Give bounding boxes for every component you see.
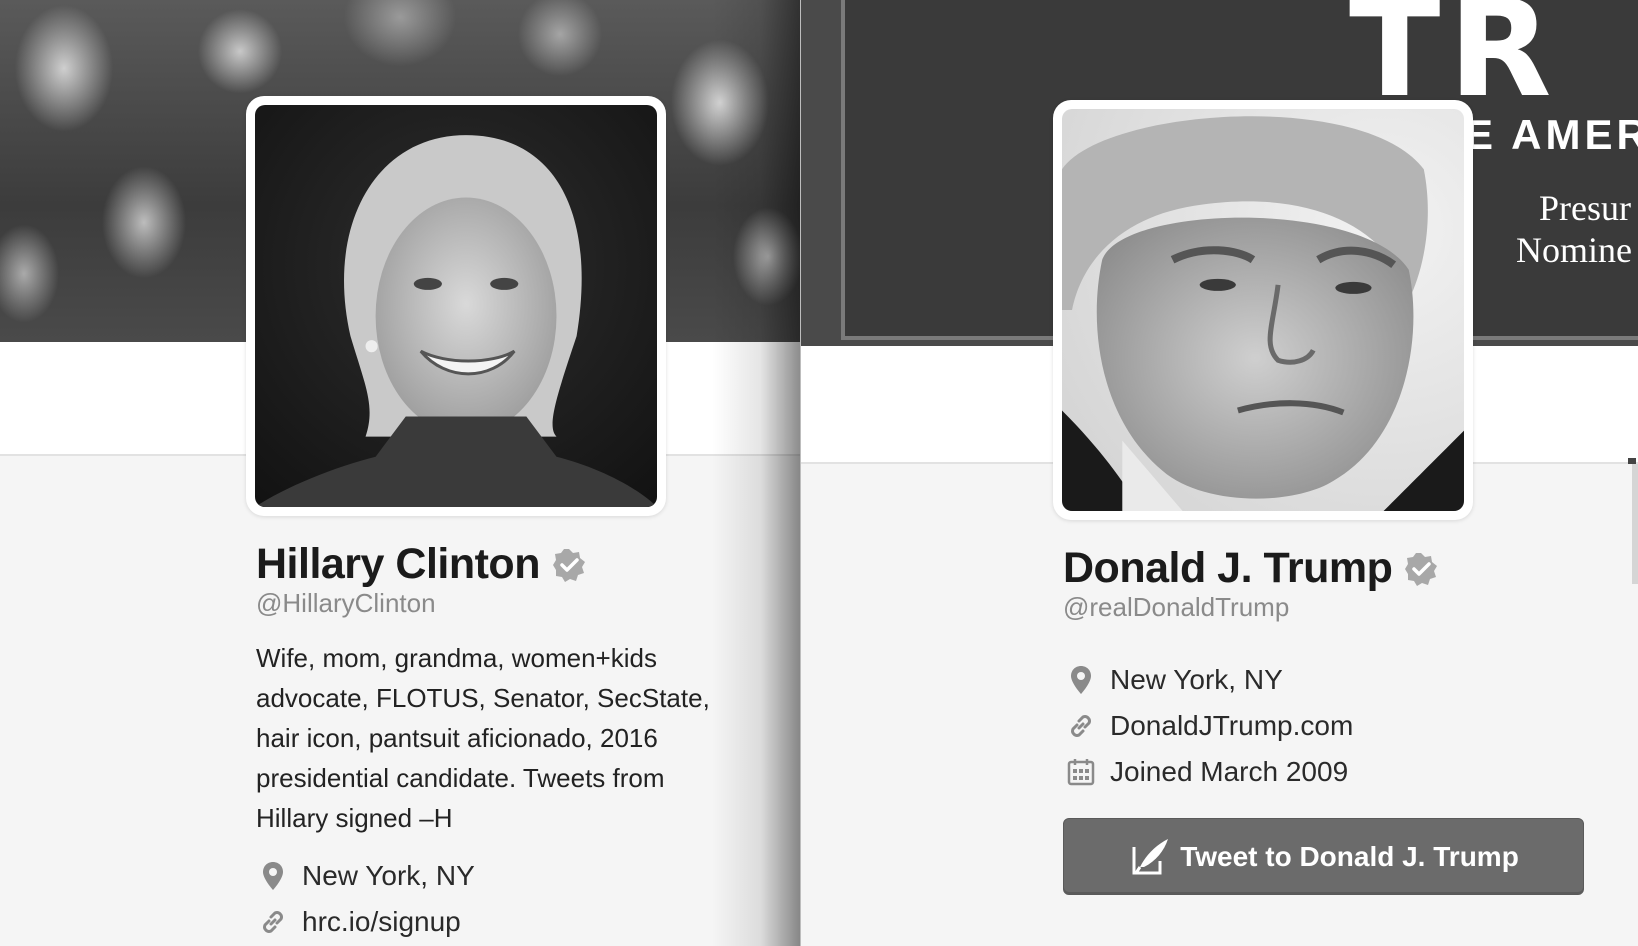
tweet-to-button[interactable]: Tweet to Donald J. Trump <box>1063 818 1584 895</box>
link-icon <box>258 907 288 937</box>
profile-bio: Wife, mom, grandma, women+kids advocate,… <box>256 638 776 838</box>
profile-location: New York, NY <box>258 861 475 891</box>
bio-line: Wife, mom, grandma, women+kids <box>256 643 657 673</box>
tweet-to-button-label: Tweet to Donald J. Trump <box>1180 840 1519 872</box>
profile-name-row: Donald J. Trump <box>1063 547 1438 590</box>
avatar-photo <box>255 105 657 507</box>
bio-line: hair icon, pantsuit aficionado, 2016 <box>256 723 658 753</box>
profile-join-date: Joined March 2009 <box>1066 757 1348 787</box>
location-text: New York, NY <box>1110 664 1283 695</box>
profile-avatar[interactable] <box>246 96 666 516</box>
link-icon <box>1066 711 1096 741</box>
map-pin-icon <box>1066 665 1096 695</box>
left-profile-panel: Hillary Clinton @HillaryClinton Wife, mo… <box>0 0 800 946</box>
bio-line: presidential candidate. Tweets from <box>256 763 665 793</box>
bio-line: Hillary signed –H <box>256 803 453 833</box>
verified-badge-icon <box>552 548 585 582</box>
map-pin-icon <box>258 861 288 891</box>
banner-caption-line: Nomine <box>1516 230 1632 270</box>
location-text: New York, NY <box>302 860 475 891</box>
compose-quill-icon <box>1132 838 1169 874</box>
profile-avatar[interactable] <box>1053 100 1473 520</box>
banner-subheadline: E AMER <box>1465 111 1638 158</box>
calendar-icon <box>1066 757 1096 787</box>
profile-name[interactable]: Donald J. Trump <box>1063 547 1393 590</box>
avatar-photo <box>1062 109 1464 511</box>
profile-location: New York, NY <box>1066 665 1283 695</box>
verified-badge-icon <box>1405 552 1438 586</box>
right-profile-panel: TR E AMER Presur Nomine Donald J. Trump … <box>800 0 1638 946</box>
profile-website: hrc.io/signup <box>258 907 461 937</box>
join-date-text: Joined March 2009 <box>1110 756 1349 787</box>
banner-headline: TR <box>1349 0 1560 127</box>
banner-caption-line: Presur <box>1539 188 1631 228</box>
bio-line: advocate, FLOTUS, Senator, SecState, <box>256 683 710 713</box>
panel-edge <box>1632 464 1638 584</box>
profile-name[interactable]: Hillary Clinton <box>256 543 540 586</box>
website-link[interactable]: DonaldJTrump.com <box>1110 712 1353 740</box>
profile-handle[interactable]: @HillaryClinton <box>256 590 436 616</box>
profile-name-row: Hillary Clinton <box>256 543 586 586</box>
profile-website: DonaldJTrump.com <box>1066 711 1353 741</box>
website-link[interactable]: hrc.io/signup <box>302 908 461 936</box>
profile-handle[interactable]: @realDonaldTrump <box>1063 594 1289 620</box>
